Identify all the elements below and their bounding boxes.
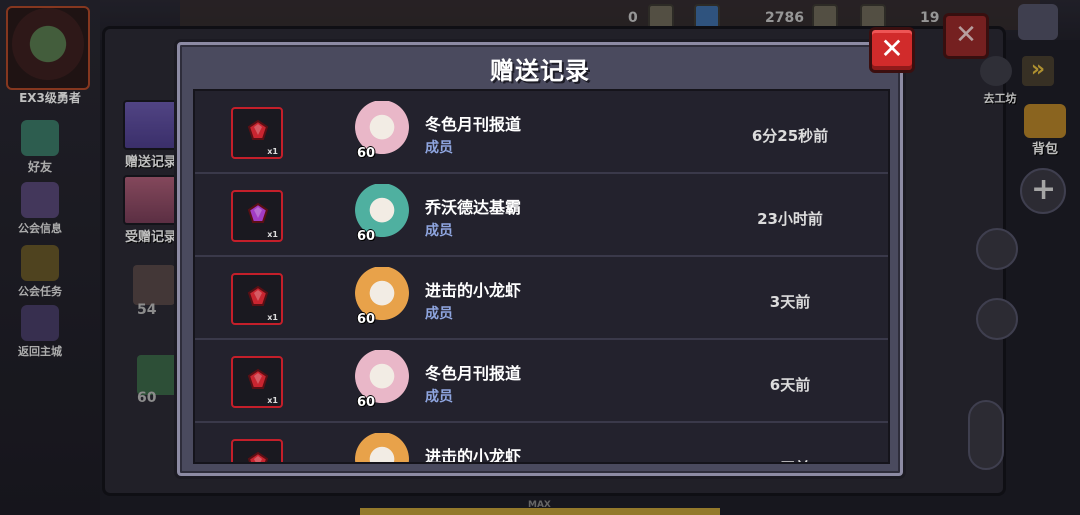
red-gem-icon	[247, 451, 269, 462]
gift-item-slot[interactable]: x1	[231, 107, 283, 159]
record-time: 23小时前	[757, 210, 823, 228]
dialog-title: 赠送记录	[490, 57, 590, 85]
gift-quantity: x1	[267, 147, 278, 156]
member-name: 进击的小龙虾	[425, 447, 522, 464]
gift-item-slot[interactable]: x1	[231, 190, 283, 242]
list-item[interactable]: x1 60 冬色月刊报道 成员 6分25秒前	[195, 91, 888, 174]
member-role: 成员	[425, 140, 453, 156]
member-level: 60	[357, 146, 376, 161]
member-role: 成员	[425, 223, 453, 239]
list-item[interactable]: x160进击的小龙虾成员6天前	[195, 423, 888, 464]
member-role: 成员	[425, 389, 453, 405]
member-level: 60	[357, 312, 376, 327]
member-level: 60	[357, 229, 376, 244]
red-gem-icon	[247, 368, 269, 389]
gift-record-list[interactable]: x1 60 冬色月刊报道 成员 6分25秒前 x1 60 乔沃德达基霸 成员 23小时前 x1 60 进…	[193, 89, 890, 464]
record-time: 6分25秒前	[751, 127, 829, 145]
gift-item-slot[interactable]: x1	[231, 356, 283, 408]
member-avatar: 60	[353, 101, 411, 161]
gift-item-slot[interactable]: x1	[231, 439, 283, 462]
member-name: 冬色月刊报道	[425, 115, 522, 134]
member-name: 冬色月刊报道	[425, 364, 522, 383]
member-avatar: 60	[353, 350, 411, 410]
member-avatar: 60	[353, 184, 411, 244]
member-avatar: 60	[353, 433, 411, 462]
record-time: 3天前	[769, 293, 811, 311]
gift-item-slot[interactable]: x1	[231, 273, 283, 325]
purple-gem-icon	[247, 202, 269, 223]
member-level: 60	[357, 395, 376, 410]
member-role: 成员	[425, 306, 453, 322]
gift-quantity: x1	[267, 396, 278, 405]
member-name: 乔沃德达基霸	[425, 198, 522, 217]
gift-quantity: x1	[267, 313, 278, 322]
member-name: 进击的小龙虾	[425, 281, 522, 300]
list-item[interactable]: x1 60 乔沃德达基霸 成员 23小时前	[195, 174, 888, 257]
close-button[interactable]: ✕	[869, 27, 915, 73]
record-time: 6天前	[769, 376, 811, 394]
red-gem-icon	[247, 119, 269, 140]
list-item[interactable]: x1 60 进击的小龙虾 成员 3天前	[195, 257, 888, 340]
red-gem-icon	[247, 285, 269, 306]
gift-quantity: x1	[267, 230, 278, 239]
record-time: 6天前	[685, 457, 888, 462]
member-avatar: 60	[353, 267, 411, 327]
list-item[interactable]: x1 60 冬色月刊报道 成员 6天前	[195, 340, 888, 423]
gift-records-dialog: 赠送记录 x1 60 冬色月刊报道 成员 6分25秒前 x1 60 乔沃德达基霸 成员 23小时前…	[177, 42, 903, 476]
